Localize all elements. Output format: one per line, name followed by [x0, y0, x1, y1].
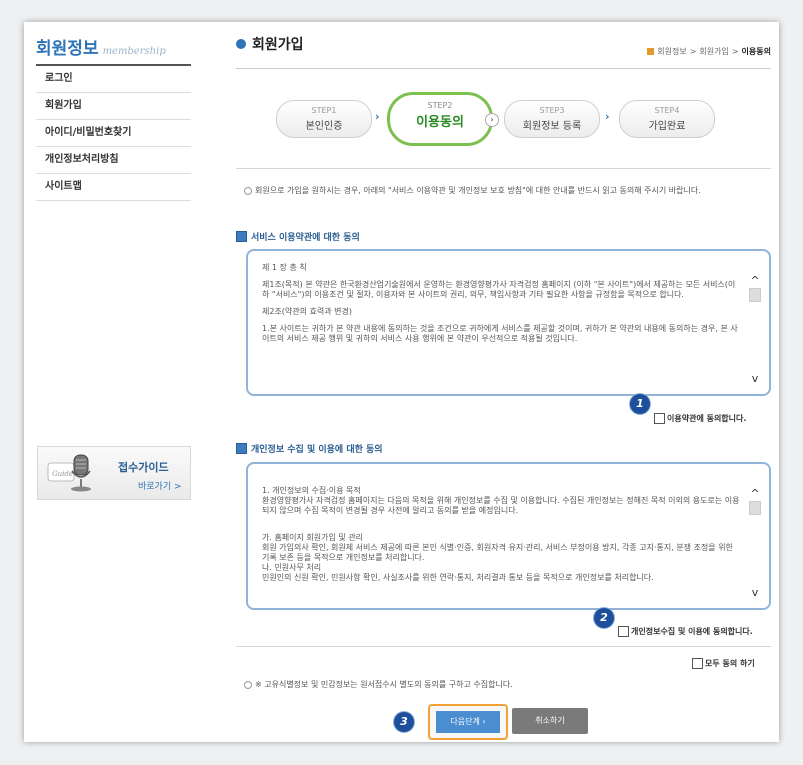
- privacy-agree[interactable]: 개인정보수집 및 이용에 동의합니다.: [618, 626, 753, 637]
- scroll-thumb[interactable]: [749, 288, 761, 302]
- step-number: STEP4: [654, 106, 680, 115]
- terms-paragraph: 제2조(약관의 효력과 변경): [262, 307, 353, 316]
- privacy-paragraph: 가. 홈페이지 회원가입 및 관리 회원 가입의사 확인, 회원제 서비스 제공…: [262, 533, 733, 582]
- terms-agree-checkbox[interactable]: [654, 413, 665, 424]
- sidebar-header: 회원정보 membership: [36, 34, 191, 66]
- title-divider: [236, 68, 771, 69]
- terms-heading: 서비스 이용약관에 대한 동의: [236, 230, 360, 243]
- guide-link[interactable]: 바로가기 >: [138, 479, 182, 492]
- step-arrow-icon: ›: [375, 110, 380, 123]
- privacy-agree-checkbox[interactable]: [618, 626, 629, 637]
- scroll-up-icon[interactable]: ^: [749, 488, 761, 499]
- step-number: STEP3: [539, 106, 565, 115]
- marker-1-icon: 1: [630, 394, 650, 414]
- terms-content: 제 1 장 총 칙 제1조(목적) 본 약관은 한국환경산업기술원에서 운영하는…: [262, 263, 740, 351]
- terms-textbox[interactable]: 제 1 장 총 칙 제1조(목적) 본 약관은 한국환경산업기술원에서 운영하는…: [246, 249, 771, 396]
- page-title: 회원가입: [236, 34, 304, 54]
- terms-paragraph: 1.본 사이트는 귀하가 본 약관 내용에 동의하는 것을 조건으로 귀하에게 …: [262, 324, 738, 343]
- sidebar-item-find-account[interactable]: 아이디/비밀번호찾기: [36, 120, 191, 147]
- intro-text: 회원으로 가입을 원하시는 경우, 아래의 "서비스 이용약관 및 개인정보 보…: [244, 184, 774, 197]
- sidebar-item-login[interactable]: 로그인: [36, 66, 191, 93]
- page-title-text: 회원가입: [252, 37, 304, 53]
- marker-2-icon: 2: [594, 608, 614, 628]
- step-1: STEP1 본인인증: [276, 100, 372, 138]
- cancel-button[interactable]: 취소하기: [512, 708, 588, 734]
- privacy-heading: 개인정보 수집 및 이용에 대한 동의: [236, 442, 383, 455]
- step-label: 이용동의: [416, 115, 464, 130]
- page-frame: 회원정보 membership 로그인 회원가입 아이디/비밀번호찾기 개인정보…: [24, 22, 779, 742]
- terms-paragraph: 제 1 장 총 칙: [262, 263, 307, 272]
- scroll-up-icon[interactable]: ^: [749, 275, 761, 286]
- home-icon: [647, 48, 655, 55]
- breadcrumb-item[interactable]: 회원가입: [699, 46, 728, 57]
- agree-all-label[interactable]: 모두 동의 하기: [705, 658, 755, 669]
- terms-heading-text: 서비스 이용약관에 대한 동의: [251, 233, 360, 243]
- step-indicator: STEP1 본인인증 › STEP2 이용동의 › STEP3 회원정보 등록 …: [276, 92, 715, 146]
- sidebar-item-signup[interactable]: 회원가입: [36, 93, 191, 120]
- step-4: STEP4 가입완료: [619, 100, 715, 138]
- breadcrumb-current: 이용동의: [741, 47, 771, 56]
- step-arrow-icon: ›: [605, 110, 610, 123]
- guide-icon-text: Guide: [52, 470, 73, 478]
- privacy-heading-text: 개인정보 수집 및 이용에 대한 동의: [251, 445, 383, 455]
- intro-message: 회원으로 가입을 원하시는 경우, 아래의 "서비스 이용약관 및 개인정보 보…: [255, 186, 701, 195]
- breadcrumb: 회원정보 > 회원가입 > 이용동의: [647, 46, 771, 57]
- divider: [236, 646, 771, 647]
- step-2-active: STEP2 이용동의: [387, 92, 493, 146]
- breadcrumb-separator: >: [731, 47, 739, 56]
- microphone-icon: Guide: [47, 454, 91, 492]
- checkbox-icon: [236, 443, 247, 454]
- marker-3-icon: 3: [394, 712, 414, 732]
- bullet-icon: [236, 39, 246, 49]
- agree-all[interactable]: 모두 동의 하기: [692, 658, 755, 669]
- divider: [236, 168, 771, 169]
- privacy-agree-label[interactable]: 개인정보수집 및 이용에 동의합니다.: [631, 626, 753, 637]
- sidebar-title: 회원정보: [36, 39, 99, 59]
- privacy-content: 1. 개인정보의 수집·이용 목적 환경영향평가사 자격검정 홈페이지는 다음의…: [262, 476, 740, 600]
- sidebar-menu: 로그인 회원가입 아이디/비밀번호찾기 개인정보처리방침 사이트맵: [36, 66, 191, 201]
- step-label: 회원정보 등록: [522, 121, 582, 132]
- guide-banner[interactable]: Guide 접수가이드 바로가기 >: [37, 446, 191, 500]
- step-number: STEP1: [311, 106, 337, 115]
- scroll-down-icon[interactable]: v: [749, 587, 761, 598]
- next-step-button[interactable]: 다음단계 ›: [436, 711, 500, 733]
- agree-all-checkbox[interactable]: [692, 658, 703, 669]
- scroll-down-icon[interactable]: v: [749, 373, 761, 384]
- bullet-icon: [244, 186, 252, 195]
- sidebar-item-sitemap[interactable]: 사이트맵: [36, 174, 191, 201]
- scrollbar[interactable]: ^ v: [749, 275, 761, 384]
- checkbox-icon: [236, 231, 247, 242]
- scrollbar[interactable]: ^ v: [749, 488, 761, 598]
- notice-message: ※ 고유식별정보 및 민감정보는 원서접수시 별도의 동의를 구하고 수집합니다…: [255, 680, 513, 689]
- sidebar-item-privacy-policy[interactable]: 개인정보처리방침: [36, 147, 191, 174]
- terms-agree-label[interactable]: 이용약관에 동의합니다.: [667, 413, 746, 424]
- sidebar-subtitle: membership: [102, 46, 166, 57]
- step-label: 가입완료: [648, 121, 686, 132]
- privacy-paragraph: 1. 개인정보의 수집·이용 목적 환경영향평가사 자격검정 홈페이지는 다음의…: [262, 486, 740, 515]
- scroll-thumb[interactable]: [749, 501, 761, 515]
- privacy-textbox[interactable]: 1. 개인정보의 수집·이용 목적 환경영향평가사 자격검정 홈페이지는 다음의…: [246, 462, 771, 610]
- guide-title: 접수가이드: [118, 461, 169, 474]
- breadcrumb-separator: >: [689, 47, 697, 56]
- terms-agree[interactable]: 이용약관에 동의합니다.: [654, 413, 746, 424]
- sidebar: 회원정보 membership 로그인 회원가입 아이디/비밀번호찾기 개인정보…: [36, 34, 191, 201]
- breadcrumb-item[interactable]: 회원정보: [657, 46, 686, 57]
- step-number: STEP2: [427, 101, 453, 110]
- step-3: STEP3 회원정보 등록: [504, 100, 600, 138]
- notice-text: ※ 고유식별정보 및 민감정보는 원서접수시 별도의 동의를 구하고 수집합니다…: [244, 679, 513, 690]
- step-arrow-icon: ›: [485, 113, 499, 127]
- next-step-button-frame[interactable]: 다음단계 ›: [428, 704, 508, 740]
- step-label: 본인인증: [305, 121, 343, 132]
- bullet-icon: [244, 680, 252, 689]
- terms-paragraph: 제1조(목적) 본 약관은 한국환경산업기술원에서 운영하는 환경영향평가사 자…: [262, 280, 736, 299]
